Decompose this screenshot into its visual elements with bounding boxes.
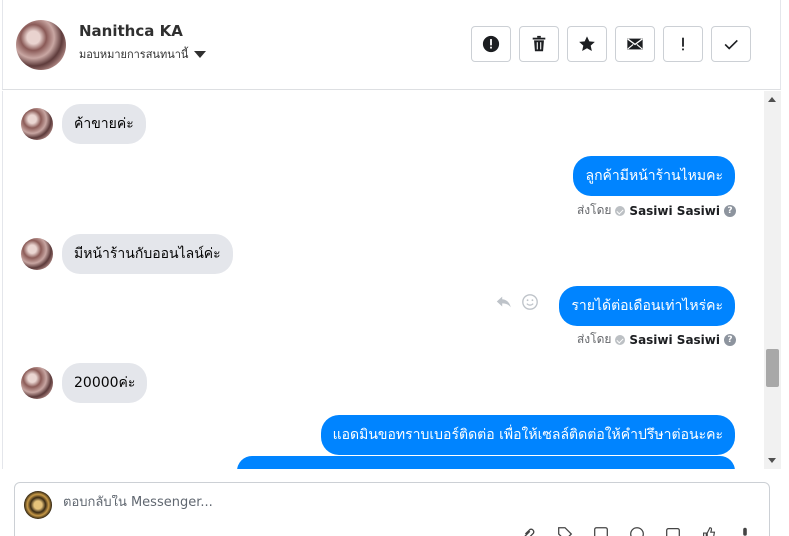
envelope-icon [627, 38, 643, 50]
scroll-down-arrow[interactable] [768, 458, 776, 463]
sent-by-label: ส่งโดย [576, 203, 612, 217]
message-hover-tools [495, 293, 539, 311]
scroll-thumb[interactable] [766, 349, 779, 387]
mark-unread-button[interactable] [615, 26, 655, 62]
star-button[interactable] [567, 26, 607, 62]
mark-done-button[interactable] [711, 26, 751, 62]
outgoing-message[interactable]: รายได้ต่อเดือนเท่าไหร่คะ [559, 286, 735, 326]
mark-spam-button[interactable] [471, 26, 511, 62]
help-icon[interactable]: ? [724, 204, 736, 217]
reply-input[interactable] [63, 495, 743, 510]
verified-icon [615, 205, 626, 216]
contact-avatar-small [21, 367, 53, 399]
incoming-message[interactable]: มีหน้าร้านกับออนไลน์ค่ะ [62, 234, 233, 274]
sent-by-info: ส่งโดย Sasiwi Sasiwi ? [577, 330, 736, 349]
contact-avatar-small [21, 108, 53, 140]
composer-tools [520, 525, 754, 536]
attach-icon[interactable] [520, 525, 538, 536]
check-icon [724, 39, 738, 50]
conversation-header: Nanithca KA มอบหมายการสนทนานี้ [2, 0, 781, 90]
assign-conversation-dropdown[interactable]: มอบหมายการสนทนานี้ [79, 45, 207, 63]
alert-circle-icon [482, 35, 500, 53]
incoming-message[interactable]: ค้าขายค่ะ [62, 104, 146, 144]
contact-avatar[interactable] [16, 20, 66, 70]
chevron-down-icon [194, 50, 207, 58]
exclamation-icon [682, 37, 684, 51]
reply-icon[interactable] [495, 293, 513, 311]
trash-icon [532, 35, 546, 52]
help-icon[interactable]: ? [724, 333, 736, 346]
sender-name: Sasiwi Sasiwi [629, 332, 720, 347]
emoji-react-icon[interactable] [521, 293, 539, 311]
outgoing-message[interactable]: แอดมินขอทราบเบอร์ติดต่อ เพื่อให้เซลล์ติด… [320, 415, 735, 455]
microphone-icon[interactable] [736, 525, 754, 536]
contact-name[interactable]: Nanithca KA [79, 22, 183, 40]
verified-icon [615, 334, 626, 345]
thread-scrollbar[interactable] [764, 91, 781, 469]
assign-label: มอบหมายการสนทนานี้ [79, 48, 189, 61]
star-icon [579, 36, 595, 52]
incoming-message[interactable]: 20000ค่ะ [62, 363, 148, 403]
gif-icon[interactable] [664, 525, 682, 536]
like-icon[interactable] [700, 525, 718, 536]
sent-by-info: ส่งโดย Sasiwi Sasiwi ? [577, 201, 736, 220]
saved-reply-icon[interactable] [592, 525, 610, 536]
contact-avatar-small [21, 238, 53, 270]
reply-composer [14, 482, 770, 536]
sender-name: Sasiwi Sasiwi [629, 203, 720, 218]
delete-button[interactable] [519, 26, 559, 62]
emoji-icon[interactable] [628, 525, 646, 536]
tag-icon[interactable] [556, 525, 574, 536]
scroll-up-arrow[interactable] [768, 97, 776, 102]
outgoing-message[interactable]: ลูกค้ามีหน้าร้านไหมคะ [573, 156, 735, 196]
header-actions [471, 26, 751, 62]
outgoing-message-partial[interactable] [237, 456, 735, 469]
message-thread[interactable]: ค้าขายค่ะ ลูกค้ามีหน้าร้านไหมคะ ส่งโดย S… [2, 91, 764, 469]
follow-up-button[interactable] [663, 26, 703, 62]
sent-by-label: ส่งโดย [576, 332, 612, 346]
page-avatar [24, 491, 52, 519]
